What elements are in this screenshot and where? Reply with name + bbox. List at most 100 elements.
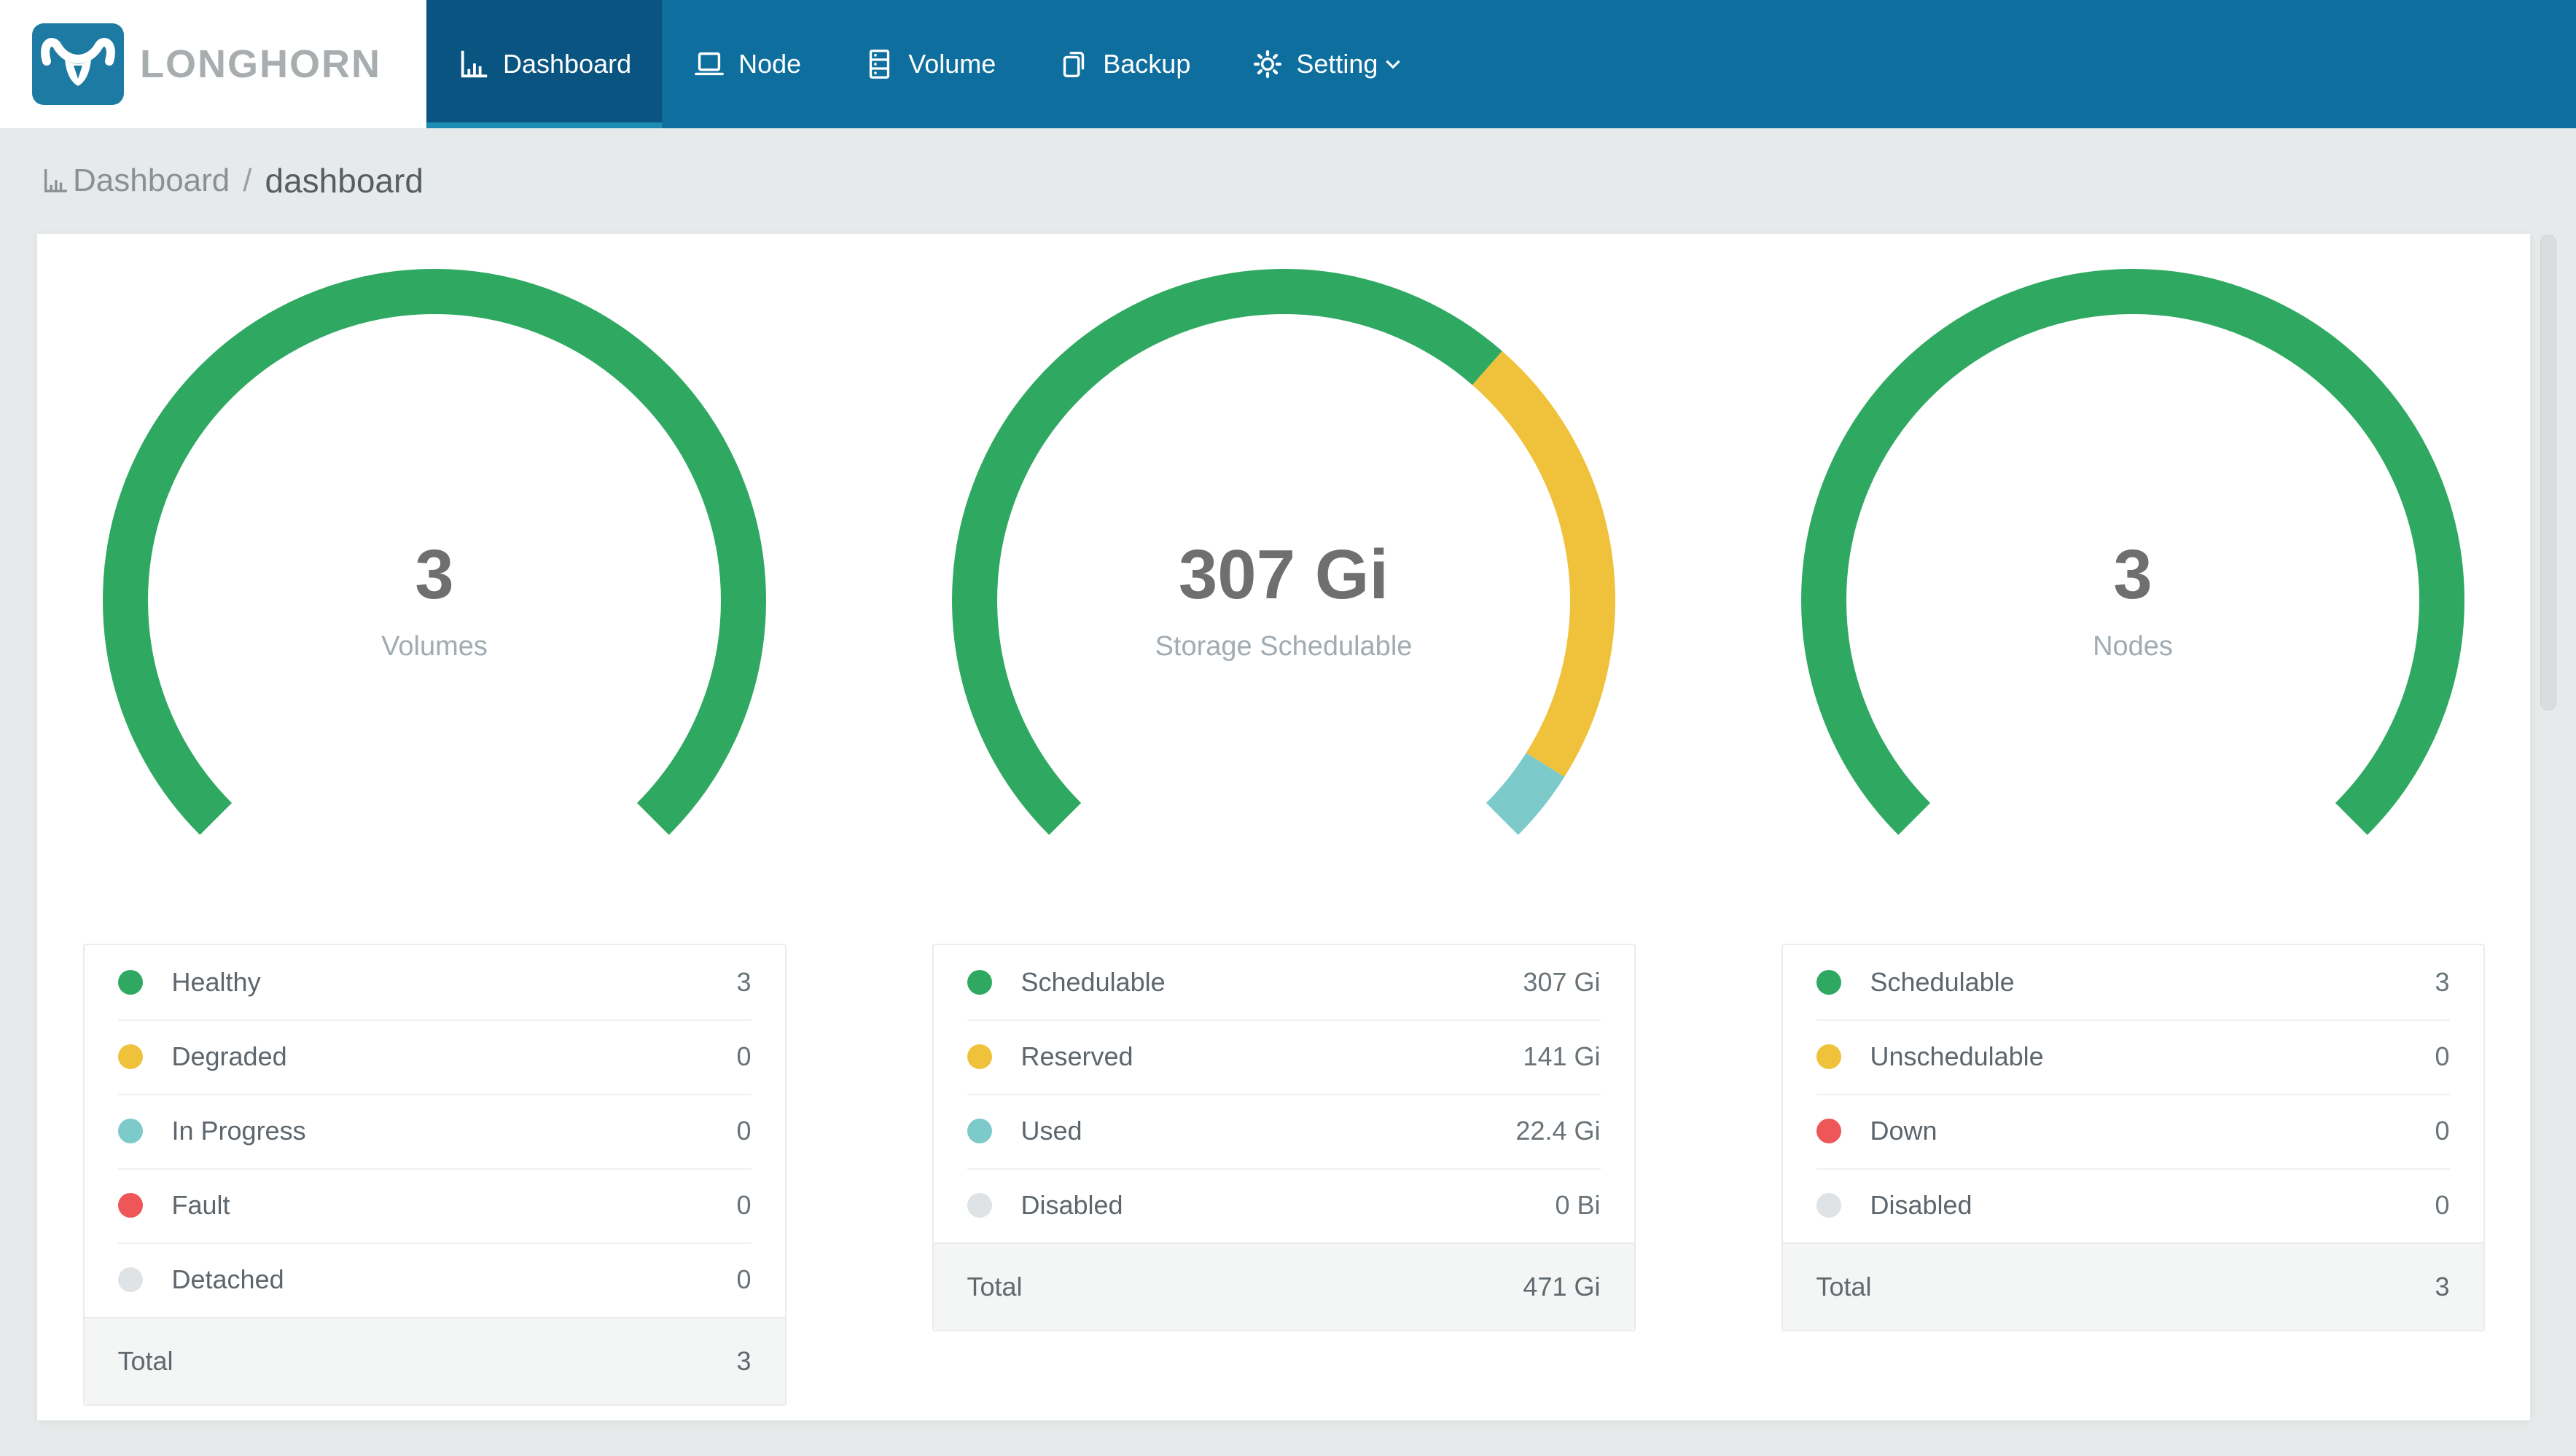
total-value: 3 xyxy=(736,1346,752,1376)
legend-value: 0 Bi xyxy=(1555,1190,1601,1220)
nav-label: Setting xyxy=(1296,49,1378,79)
legend-row: Down 0 xyxy=(1783,1094,2483,1168)
legend-label: Fault xyxy=(171,1190,230,1220)
legend-dot-icon xyxy=(1816,1119,1841,1143)
legend-row: Disabled 0 xyxy=(1783,1168,2483,1242)
breadcrumb-section[interactable]: Dashboard xyxy=(73,163,230,199)
volumes-gauge-chart xyxy=(103,269,766,835)
volumes-gauge: 3 Volumes xyxy=(85,251,784,870)
legend-label: In Progress xyxy=(171,1116,306,1146)
copy-icon xyxy=(1063,51,1085,78)
legend-dot-icon xyxy=(967,970,992,995)
legend-label: Healthy xyxy=(171,967,261,997)
gear-icon xyxy=(1254,50,1282,79)
legend-dot-icon xyxy=(117,970,143,995)
breadcrumb-separator: / xyxy=(243,163,252,198)
legend-value: 141 Gi xyxy=(1523,1041,1601,1071)
total-label: Total xyxy=(1816,1272,1872,1302)
nav-label: Dashboard xyxy=(503,49,632,79)
nav-item-dashboard[interactable]: Dashboard xyxy=(426,0,663,128)
legend-total-row: Total 3 xyxy=(1782,1242,2483,1330)
legend-dot-icon xyxy=(117,1267,143,1292)
legend-label: Disabled xyxy=(1870,1190,1972,1220)
legend-value: 0 xyxy=(736,1116,752,1146)
legend-row: Reserved 141 Gi xyxy=(934,1019,1634,1094)
chevron-down-icon xyxy=(1386,60,1401,69)
legend-dot-icon xyxy=(1816,970,1841,995)
legend-value: 22.4 Gi xyxy=(1515,1116,1601,1146)
gauge-segment-reserved xyxy=(1472,351,1615,778)
brand-name: LONGHORN xyxy=(140,42,381,86)
app-header: LONGHORN Dashboard Node Volume Backup Se… xyxy=(0,0,2576,128)
total-label: Total xyxy=(967,1272,1023,1302)
legend-row: Healthy 3 xyxy=(85,945,785,1019)
total-value: 3 xyxy=(2435,1272,2450,1302)
legend-value: 0 xyxy=(736,1041,752,1071)
legend-row: Detached 0 xyxy=(85,1242,785,1317)
server-stack-icon xyxy=(870,50,890,79)
legend-total-row: Total 471 Gi xyxy=(933,1242,1634,1330)
legend-dot-icon xyxy=(117,1119,143,1143)
breadcrumb-current-page: dashboard xyxy=(265,162,424,200)
total-label: Total xyxy=(117,1346,173,1376)
nodes-panel: 3 Nodes Schedulable 3 Unschedulable 0 Down 0 D… xyxy=(1736,234,2530,1420)
legend-value: 0 xyxy=(2435,1041,2450,1071)
legend-row: Unschedulable 0 xyxy=(1783,1019,2483,1094)
main-nav: Dashboard Node Volume Backup Setting xyxy=(426,0,2576,128)
legend-dot-icon xyxy=(117,1193,143,1218)
gauge-segment-schedulable xyxy=(1801,269,2464,835)
nav-item-volume[interactable]: Volume xyxy=(832,0,1026,128)
bar-chart-icon xyxy=(461,50,488,78)
logo[interactable]: LONGHORN xyxy=(0,0,426,128)
legend-label: Used xyxy=(1020,1116,1082,1146)
longhorn-dashboard-page: { "brand": { "name": "LONGHORN" }, "nav"… xyxy=(0,0,2576,1456)
nav-label: Backup xyxy=(1103,49,1191,79)
nav-item-node[interactable]: Node xyxy=(662,0,832,128)
total-value: 471 Gi xyxy=(1523,1272,1601,1302)
nav-item-backup[interactable]: Backup xyxy=(1026,0,1221,128)
legend-dot-icon xyxy=(117,1044,143,1069)
nodes-gauge-chart xyxy=(1801,269,2464,835)
dashboard-card: 3 Volumes Healthy 3 Degraded 0 In Progress 0 F… xyxy=(36,233,2531,1421)
legend-row: Used 22.4 Gi xyxy=(934,1094,1634,1168)
legend-label: Disabled xyxy=(1020,1190,1123,1220)
nav-item-setting[interactable]: Setting xyxy=(1221,0,1435,128)
legend-label: Reserved xyxy=(1020,1041,1133,1071)
nav-label: Node xyxy=(738,49,802,79)
vertical-scrollbar-thumb[interactable] xyxy=(2540,235,2556,711)
legend-label: Down xyxy=(1870,1116,1937,1146)
legend-row: Disabled 0 Bi xyxy=(934,1168,1634,1242)
legend-row: Degraded 0 xyxy=(85,1019,785,1094)
legend-value: 0 xyxy=(2435,1190,2450,1220)
legend-value: 0 xyxy=(2435,1116,2450,1146)
longhorn-logo-icon xyxy=(32,23,124,105)
legend-row: Fault 0 xyxy=(85,1168,785,1242)
volumes-legend-table: Healthy 3 Degraded 0 In Progress 0 Fault 0 Detac… xyxy=(82,944,787,1406)
nav-label: Volume xyxy=(908,49,996,79)
legend-label: Unschedulable xyxy=(1870,1041,2044,1071)
legend-value: 0 xyxy=(736,1190,752,1220)
legend-value: 307 Gi xyxy=(1523,967,1601,997)
storage-panel: 307 Gi Storage Schedulable Schedulable 30… xyxy=(886,234,1681,1420)
bar-chart-icon xyxy=(44,169,67,192)
storage-gauge-chart xyxy=(952,269,1615,835)
volumes-panel: 3 Volumes Healthy 3 Degraded 0 In Progress 0 F… xyxy=(37,234,832,1420)
legend-label: Degraded xyxy=(171,1041,287,1071)
storage-gauge: 307 Gi Storage Schedulable xyxy=(934,251,1634,870)
legend-label: Schedulable xyxy=(1870,967,2015,997)
legend-value: 0 xyxy=(736,1264,752,1294)
legend-total-row: Total 3 xyxy=(84,1317,785,1404)
gauge-segment-used xyxy=(1486,752,1565,835)
legend-label: Detached xyxy=(171,1264,284,1294)
legend-dot-icon xyxy=(1816,1193,1841,1218)
legend-dot-icon xyxy=(967,1044,992,1069)
legend-value: 3 xyxy=(2435,967,2450,997)
legend-row: In Progress 0 xyxy=(85,1094,785,1168)
nodes-gauge: 3 Nodes xyxy=(1783,251,2483,870)
legend-row: Schedulable 3 xyxy=(1783,945,2483,1019)
gauge-segment-healthy xyxy=(103,269,766,835)
breadcrumb: Dashboard / dashboard xyxy=(0,128,2576,233)
legend-dot-icon xyxy=(1816,1044,1841,1069)
legend-dot-icon xyxy=(967,1119,992,1143)
nodes-legend-table: Schedulable 3 Unschedulable 0 Down 0 Disabled 0… xyxy=(1781,944,2485,1331)
